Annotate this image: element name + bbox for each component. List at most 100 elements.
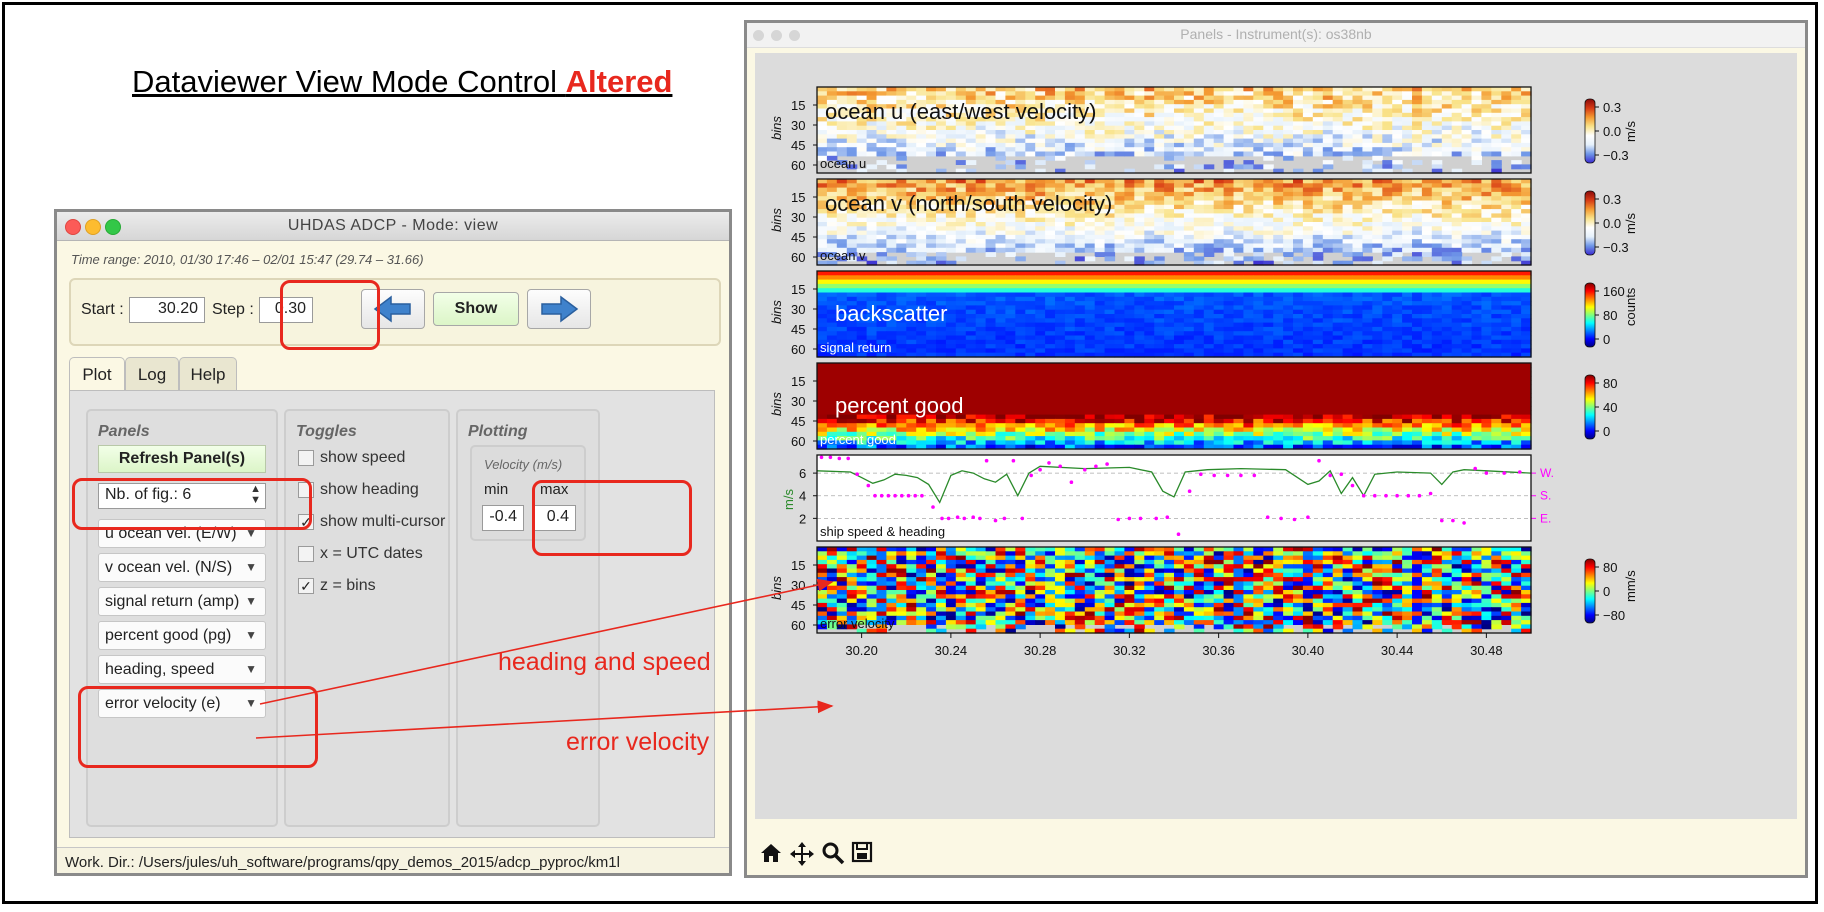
heatmap-cell: [1084, 283, 1096, 289]
heatmap-cell: [1263, 108, 1274, 114]
adcp-panels-chart[interactable]: 0.30.0−0.3m/socean u (east/west velocity…: [755, 53, 1797, 819]
heatmap-cell: [866, 142, 878, 148]
heatmap-cell: [826, 179, 838, 184]
heatmap-cell: [1074, 314, 1086, 319]
select-panel-4[interactable]: percent good (pg) ▼: [98, 621, 266, 650]
navigation-controls: Start : 30.20 Step : 0.30 Show: [69, 278, 721, 346]
heatmap-cell: [1174, 179, 1185, 184]
heatmap-cell: [1283, 314, 1294, 319]
heatmap-cell: [1104, 179, 1116, 184]
select-panel-3[interactable]: signal return (amp) ▼: [98, 587, 266, 616]
heatmap-cell: [995, 397, 1006, 403]
heatmap-cell: [1293, 187, 1304, 193]
heatmap-cell: [1521, 117, 1532, 122]
heatmap-cell: [1134, 348, 1145, 354]
heatmap-cell: [1392, 230, 1403, 236]
heatmap-cell: [1074, 179, 1086, 184]
show-button[interactable]: Show: [433, 292, 519, 326]
heatmap-cell: [1104, 292, 1116, 298]
heatmap-cell: [836, 147, 848, 153]
heatmap-cell: [965, 239, 977, 245]
heatmap-cell: [1144, 375, 1155, 381]
heatmap-cell: [1183, 275, 1195, 281]
heatmap-cell: [1263, 222, 1274, 227]
heatmap-cell: [1104, 247, 1116, 253]
heatmap-cell: [1164, 134, 1175, 140]
heatmap-cell: [1402, 318, 1413, 324]
heatmap-cell: [1074, 339, 1086, 345]
heatmap-cell: [1074, 371, 1086, 377]
heatmap-cell: [1491, 138, 1502, 144]
heatmap-cell: [1174, 243, 1185, 249]
heatmap-cell: [1263, 401, 1274, 407]
heatmap-cell: [945, 239, 957, 245]
heatmap-cell: [1144, 371, 1155, 377]
heatmap-cell: [1362, 179, 1373, 184]
heatmap-cell: [1332, 296, 1344, 302]
heatmap-cell: [866, 164, 878, 170]
heatmap-cell: [817, 397, 828, 403]
heatmap-cell: [965, 138, 977, 144]
window-titlebar[interactable]: UHDAS ADCP - Mode: view: [57, 212, 729, 241]
heatmap-cell: [1521, 187, 1532, 193]
heatmap-cell: [1501, 283, 1512, 289]
heatmap-cell: [1193, 217, 1205, 223]
heatmap-cell: [1412, 138, 1423, 144]
heatmap-cell: [826, 384, 838, 390]
heatmap-cell: [1342, 318, 1354, 324]
tab-log[interactable]: Log: [125, 357, 179, 391]
heatmap-cell: [1074, 406, 1086, 411]
heatmap-cell: [1164, 393, 1175, 398]
heatmap-cell: [1134, 125, 1145, 131]
select-panel-2[interactable]: v ocean vel. (N/S) ▼: [98, 553, 266, 582]
heatmap-cell: [936, 234, 947, 240]
heatmap-cell: [1243, 147, 1254, 153]
check-icon: ✓: [300, 578, 312, 594]
heatmap-cell: [1491, 95, 1502, 101]
heatmap-cell: [1144, 271, 1155, 276]
heatmap-cell: [1124, 344, 1135, 349]
heatmap-cell: [1223, 275, 1235, 281]
heatmap-cell: [1302, 138, 1314, 144]
heatmap-cell: [1342, 335, 1354, 341]
heatmap-cell: [1084, 388, 1096, 394]
heatmap-cell: [965, 393, 977, 398]
heatmap-cell: [1402, 138, 1413, 144]
heatmap-cell: [1144, 397, 1155, 403]
heatmap-cell: [975, 384, 987, 390]
heatmap-cell: [1193, 318, 1205, 324]
heatmap-cell: [1293, 138, 1304, 144]
heatmap-cell: [1322, 314, 1334, 319]
heatmap-cell: [1293, 213, 1304, 219]
heatmap-cell: [866, 331, 878, 337]
heatmap-cell: [1273, 401, 1284, 407]
heatmap-cell: [1025, 309, 1036, 315]
heatmap-cell: [1332, 204, 1344, 210]
start-input[interactable]: 30.20: [129, 297, 205, 323]
z-bins-checkbox[interactable]: ✓: [298, 578, 314, 594]
tab-plot[interactable]: Plot: [69, 357, 125, 391]
heatmap-cell: [1045, 134, 1056, 140]
heatmap-cell: [1382, 301, 1393, 306]
next-button[interactable]: [527, 289, 591, 329]
heatmap-cell: [1372, 213, 1383, 219]
heatmap-cell: [1392, 164, 1403, 170]
heatmap-cell: [1431, 204, 1443, 210]
heatmap-cell: [1025, 222, 1036, 227]
velocity-min-input[interactable]: -0.4: [482, 505, 524, 531]
heatmap-cell: [995, 375, 1006, 381]
heatmap-cell: [1055, 309, 1066, 315]
refresh-panels-button[interactable]: Refresh Panel(s): [98, 445, 266, 473]
heatmap-cell: [1293, 217, 1304, 223]
heatmap-cell: [1015, 138, 1026, 144]
show-speed-checkbox[interactable]: [298, 450, 314, 466]
heatmap-cell: [1134, 314, 1145, 319]
tab-help[interactable]: Help: [179, 357, 237, 391]
utc-dates-checkbox[interactable]: [298, 546, 314, 562]
heatmap-cell: [1511, 309, 1522, 315]
heatmap-cell: [886, 142, 897, 148]
heatmap-cell: [1233, 191, 1244, 197]
heatmap-cell: [1253, 125, 1264, 131]
panels-titlebar[interactable]: Panels - Instrument(s): os38nb: [747, 23, 1805, 48]
select-panel-5[interactable]: heading, speed ▼: [98, 655, 266, 684]
